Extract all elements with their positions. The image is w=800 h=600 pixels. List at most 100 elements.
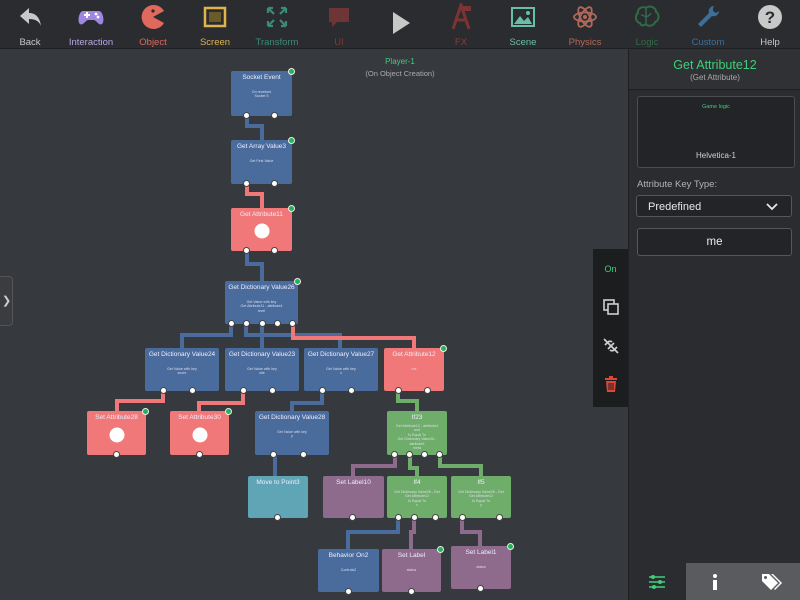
node-set-label1[interactable]: Set Label1 status	[451, 543, 514, 592]
toggle-on-button[interactable]: On	[593, 264, 628, 274]
node-set-label10[interactable]: Set Label10	[323, 476, 384, 521]
output-port[interactable]	[432, 514, 439, 521]
output-port[interactable]	[411, 514, 418, 521]
interaction-button[interactable]: Interaction	[66, 0, 116, 48]
output-port[interactable]	[289, 320, 296, 327]
output-port[interactable]	[436, 451, 443, 458]
output-port[interactable]	[196, 451, 203, 458]
output-port[interactable]	[424, 387, 431, 394]
output-port[interactable]	[459, 514, 466, 521]
unlink-button[interactable]	[593, 337, 628, 360]
custom-label: Custom	[691, 37, 725, 48]
screen-button[interactable]: Screen	[196, 0, 234, 48]
object-button[interactable]: Object	[134, 0, 172, 48]
node-get-dictionary-value23[interactable]: Get Dictionary Value23 Get Value with ke…	[225, 348, 299, 394]
output-port[interactable]	[406, 451, 413, 458]
output-port[interactable]	[243, 247, 250, 254]
wire-socket-to-array	[245, 116, 264, 141]
node-get-dictionary-value27[interactable]: Get Dictionary Value27 Get Value with ke…	[304, 348, 378, 394]
output-port[interactable]	[300, 451, 307, 458]
node-set-label[interactable]: Set Label status	[382, 546, 444, 595]
output-port[interactable]	[274, 514, 281, 521]
help-button[interactable]: ? Help	[752, 0, 788, 48]
output-port[interactable]	[345, 588, 352, 595]
output-port[interactable]	[319, 387, 326, 394]
node-set-attribute30[interactable]: Set Attribute30	[170, 408, 232, 458]
fx-button[interactable]: FX	[442, 0, 480, 48]
node-get-array-value3[interactable]: Get Array Value3 Get First Value	[231, 137, 295, 187]
output-port[interactable]	[113, 451, 120, 458]
attribute-knob	[254, 223, 269, 239]
chevron-down-icon	[766, 203, 778, 211]
node-get-dictionary-value24[interactable]: Get Dictionary Value24 Get Value with ke…	[145, 348, 219, 394]
node-behavior-on2[interactable]: Behavior On2 Controls2	[318, 549, 379, 595]
info-icon	[713, 574, 717, 590]
tab-properties[interactable]	[629, 563, 686, 600]
physics-button[interactable]: Physics	[564, 0, 606, 48]
node-if4[interactable]: If4 Get Dictionary Value26 - Get Get Att…	[387, 476, 447, 521]
output-port[interactable]	[160, 387, 167, 394]
node-get-attribute11[interactable]: Get Attribute11	[231, 205, 295, 254]
play-button[interactable]	[380, 0, 420, 48]
output-port[interactable]	[259, 320, 266, 327]
node-body: Get Value with key x	[326, 367, 356, 376]
left-drawer-handle[interactable]: ❯	[0, 276, 13, 326]
node-get-dictionary-value26[interactable]: Get Dictionary Value26 Get Value with ke…	[225, 278, 301, 327]
download-badge-icon	[142, 408, 149, 415]
node-get-attribute12[interactable]: Get Attribute12 me	[384, 345, 447, 394]
transform-button[interactable]: Transform	[252, 0, 302, 48]
attribute-key-type-select[interactable]: Predefined	[636, 195, 792, 217]
node-if23[interactable]: If23 Get Attribute12 - attribute4 and Is…	[387, 411, 447, 458]
logic-button[interactable]: Logic	[628, 0, 666, 48]
node-title: If5	[477, 479, 485, 486]
scene-button[interactable]: Scene	[504, 0, 542, 48]
output-port[interactable]	[240, 387, 247, 394]
output-port[interactable]	[228, 320, 235, 327]
node-get-dictionary-value28[interactable]: Get Dictionary Value28 Get Value with ke…	[255, 411, 329, 458]
tab-tags[interactable]	[743, 563, 800, 600]
tab-info[interactable]	[686, 563, 743, 600]
node-body: Get Value with key score	[167, 367, 197, 376]
output-port[interactable]	[270, 451, 277, 458]
output-port[interactable]	[408, 588, 415, 595]
duplicate-button[interactable]	[593, 298, 628, 321]
output-port[interactable]	[269, 387, 276, 394]
output-port[interactable]	[348, 387, 355, 394]
output-port[interactable]	[477, 585, 484, 592]
output-port[interactable]	[395, 387, 402, 394]
output-port[interactable]	[243, 112, 250, 119]
output-port[interactable]	[189, 387, 196, 394]
output-port[interactable]	[271, 180, 278, 187]
inspector-panel: Get Attribute12 (Get Attribute) Game log…	[628, 49, 800, 600]
output-port[interactable]	[421, 451, 428, 458]
node-socket-event[interactable]: Socket Event On received Socket 5	[231, 68, 295, 119]
output-port[interactable]	[391, 451, 398, 458]
wire-if4-to-behavior	[346, 517, 400, 549]
node-title: Set Label	[397, 552, 426, 559]
output-port[interactable]	[395, 514, 402, 521]
logic-canvas[interactable]: Player-1 (On Object Creation) Socket Eve…	[0, 49, 628, 600]
download-badge-icon	[288, 137, 295, 144]
node-if5[interactable]: If5 Get Dictionary Value26 - Get Get Att…	[451, 476, 511, 521]
output-port[interactable]	[243, 180, 250, 187]
attribute-value-field[interactable]: me	[637, 228, 792, 256]
trash-icon	[604, 376, 617, 392]
scene-object-title: Player-1	[385, 57, 415, 66]
delete-button[interactable]	[593, 376, 628, 397]
node-title: Get Attribute12	[392, 351, 436, 358]
node-title: If4	[413, 479, 421, 486]
output-port[interactable]	[271, 247, 278, 254]
output-port[interactable]	[496, 514, 503, 521]
output-port[interactable]	[274, 320, 281, 327]
node-set-attribute28[interactable]: Set Attribute28	[87, 408, 149, 458]
preview-header: Game logic	[702, 104, 730, 110]
custom-button[interactable]: Custom	[688, 0, 728, 48]
output-port[interactable]	[243, 320, 250, 327]
output-port[interactable]	[271, 112, 278, 119]
node-move-to-point3[interactable]: Move to Point3	[248, 476, 308, 521]
ui-button[interactable]: UI	[320, 0, 358, 48]
output-port[interactable]	[349, 514, 356, 521]
back-button[interactable]: Back	[10, 0, 50, 48]
help-label: Help	[760, 37, 780, 48]
download-badge-icon	[437, 546, 444, 553]
